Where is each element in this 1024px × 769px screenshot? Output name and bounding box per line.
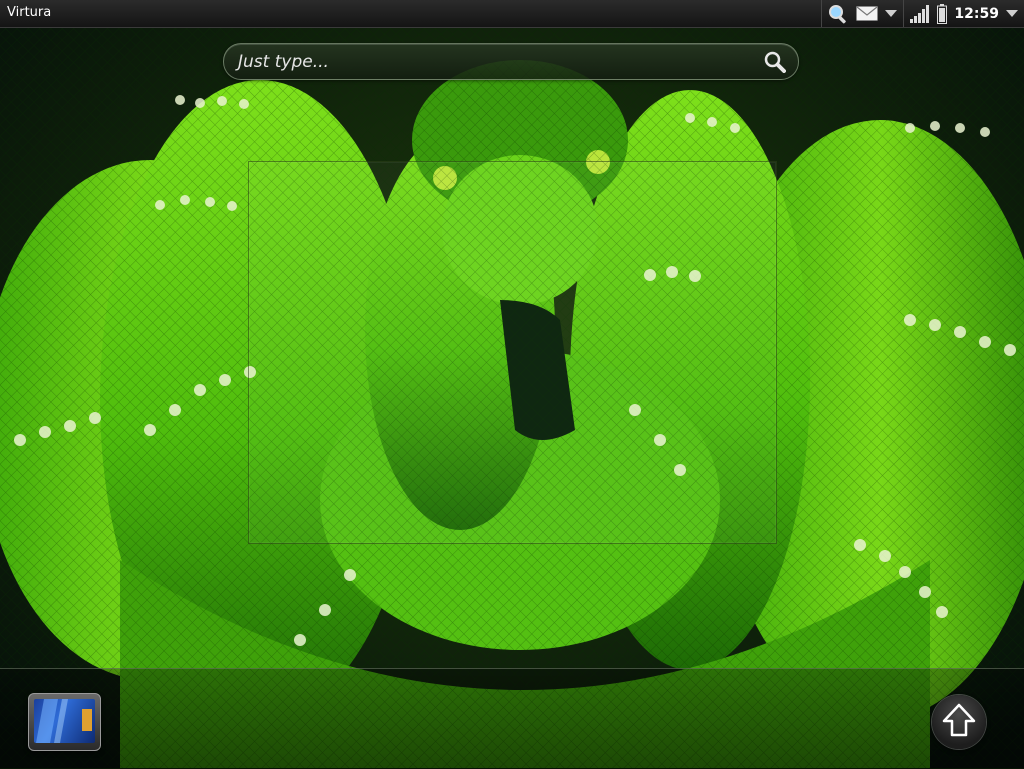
search-bar[interactable]: Just type... <box>223 43 799 80</box>
battery-icon <box>937 3 948 24</box>
signal-icon <box>910 4 930 23</box>
home-arrow-icon <box>942 703 976 737</box>
launcher-screen-graphic <box>34 699 95 743</box>
dock <box>0 668 1024 769</box>
status-clock: 12:59 <box>954 5 999 22</box>
search-placeholder[interactable]: Just type... <box>238 52 329 72</box>
notifications-group[interactable] <box>822 0 903 27</box>
home-button[interactable] <box>932 695 986 749</box>
search-notification-icon[interactable] <box>828 4 849 24</box>
mail-icon[interactable] <box>856 6 879 21</box>
search-icon[interactable] <box>764 51 786 73</box>
launcher-app-icon[interactable] <box>28 693 101 751</box>
status-bar: Virtura 12:59 <box>0 0 1024 28</box>
chevron-down-icon[interactable] <box>885 10 898 17</box>
status-icons: 12:59 <box>821 0 1024 27</box>
launcher-screen-art <box>36 699 92 743</box>
card-area <box>248 161 777 544</box>
chevron-down-icon[interactable] <box>1006 10 1018 17</box>
device-status-group[interactable]: 12:59 <box>904 0 1024 27</box>
status-app-name[interactable]: Virtura <box>7 5 51 20</box>
